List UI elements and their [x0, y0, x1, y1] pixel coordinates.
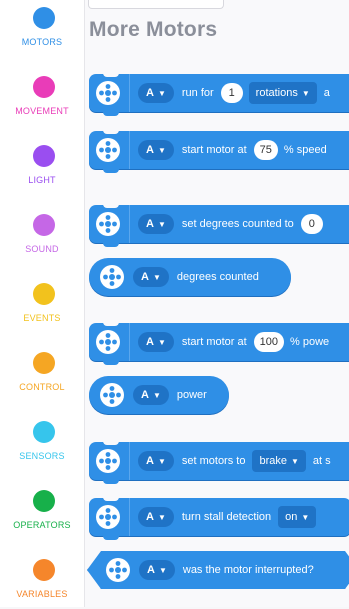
- block-text-suffix: % powe: [290, 336, 330, 348]
- category-label: CONTROL: [19, 382, 65, 392]
- motor-icon: [96, 449, 120, 473]
- unit-dropdown[interactable]: rotations ▼: [248, 82, 317, 104]
- port-dropdown[interactable]: A ▼: [133, 267, 169, 287]
- port-dropdown[interactable]: A ▼: [138, 507, 174, 527]
- search-box[interactable]: [88, 0, 224, 9]
- value-input[interactable]: 1: [220, 83, 243, 103]
- control-category-icon: [33, 352, 55, 374]
- on-off-dropdown[interactable]: on ▼: [278, 506, 317, 528]
- variables-category-icon: [33, 559, 55, 581]
- movement-category-icon: [33, 76, 55, 98]
- motor-icon: [96, 212, 120, 236]
- motor-icon: [96, 81, 120, 105]
- motor-icon: [105, 557, 131, 583]
- motor-icon: [100, 383, 124, 407]
- category-light[interactable]: LIGHT: [0, 145, 84, 195]
- degrees-counted-reporter[interactable]: A ▼ degrees counted: [89, 258, 291, 296]
- category-sensors[interactable]: SENSORS: [0, 421, 84, 471]
- start-motor-power-block[interactable]: A ▼ start motor at 100 % powe: [89, 322, 349, 365]
- category-sound[interactable]: SOUND: [0, 214, 84, 264]
- category-control[interactable]: CONTROL: [0, 352, 84, 402]
- motors-category-icon: [33, 7, 55, 29]
- light-category-icon: [33, 145, 55, 167]
- block-text: was the motor interrupted?: [182, 564, 314, 576]
- category-motors[interactable]: MOTORS: [0, 7, 84, 57]
- events-category-icon: [33, 283, 55, 305]
- port-dropdown[interactable]: A ▼: [138, 214, 174, 234]
- block-separator: [129, 323, 130, 361]
- chevron-down-icon: ▼: [152, 390, 161, 400]
- block-separator: [129, 131, 130, 169]
- block-text: power: [176, 389, 207, 401]
- chevron-down-icon: ▼: [157, 512, 166, 522]
- chevron-down-icon: ▼: [157, 456, 166, 466]
- chevron-down-icon: ▼: [157, 337, 166, 347]
- motor-icon: [100, 265, 124, 289]
- block-text: set motors to: [181, 455, 246, 467]
- chevron-down-icon: ▼: [152, 272, 161, 282]
- chevron-down-icon: ▼: [157, 219, 166, 229]
- category-label: SOUND: [25, 244, 59, 254]
- chevron-down-icon: ▼: [157, 145, 166, 155]
- set-degrees-counted-block[interactable]: A ▼ set degrees counted to 0: [89, 204, 349, 247]
- value-input[interactable]: 100: [253, 332, 285, 352]
- block-text-suffix: % speed: [283, 144, 327, 156]
- category-sidebar: MOTORS MOVEMENT LIGHT SOUND EVENTS CONTR…: [0, 0, 85, 607]
- port-dropdown[interactable]: A ▼: [138, 332, 174, 352]
- block-text: start motor at: [181, 336, 247, 348]
- block-text: degrees counted: [176, 271, 259, 283]
- sensors-category-icon: [33, 421, 55, 443]
- category-label: MOTORS: [21, 37, 63, 47]
- chevron-down-icon: ▼: [301, 88, 310, 98]
- block-text: start motor at: [181, 144, 247, 156]
- port-dropdown[interactable]: A ▼: [133, 385, 169, 405]
- category-label: EVENTS: [23, 313, 61, 323]
- category-label: MOVEMENT: [15, 106, 69, 116]
- category-label: OPERATORS: [13, 520, 71, 530]
- block-palette[interactable]: More Motors A ▼ run for 1 rotations ▼ a A ▼…: [85, 0, 349, 607]
- run-for-block[interactable]: A ▼ run for 1 rotations ▼ a: [89, 73, 349, 116]
- motor-interrupted-boolean[interactable]: A ▼ was the motor interrupted?: [87, 551, 349, 589]
- value-input[interactable]: 0: [300, 214, 323, 234]
- stall-detection-block[interactable]: A ▼ turn stall detection on ▼: [89, 497, 349, 540]
- block-text: turn stall detection: [181, 511, 272, 523]
- chevron-down-icon: ▼: [157, 88, 166, 98]
- category-label: SENSORS: [19, 451, 65, 461]
- block-separator: [129, 205, 130, 243]
- set-motors-stop-block[interactable]: A ▼ set motors to brake ▼ at s: [89, 441, 349, 484]
- block-separator: [129, 74, 130, 112]
- block-text-tail: a: [323, 87, 330, 99]
- category-label: VARIABLES: [16, 589, 68, 599]
- block-separator: [129, 442, 130, 480]
- block-text: run for: [181, 87, 214, 99]
- chevron-down-icon: ▼: [158, 565, 167, 575]
- block-separator: [129, 498, 130, 536]
- sound-category-icon: [33, 214, 55, 236]
- category-label: LIGHT: [28, 175, 56, 185]
- power-reporter[interactable]: A ▼ power: [89, 376, 229, 414]
- section-title: More Motors: [89, 18, 218, 41]
- category-movement[interactable]: MOVEMENT: [0, 76, 84, 126]
- port-dropdown[interactable]: A ▼: [138, 451, 174, 471]
- chevron-down-icon: ▼: [290, 456, 299, 466]
- operators-category-icon: [33, 490, 55, 512]
- stop-mode-dropdown[interactable]: brake ▼: [252, 450, 306, 472]
- start-motor-speed-block[interactable]: A ▼ start motor at 75 % speed: [89, 130, 349, 173]
- port-dropdown[interactable]: A ▼: [138, 83, 174, 103]
- motor-icon: [96, 505, 120, 529]
- block-text: set degrees counted to: [181, 218, 294, 230]
- category-events[interactable]: EVENTS: [0, 283, 84, 333]
- chevron-down-icon: ▼: [301, 512, 310, 522]
- block-text-suffix: at s: [312, 455, 331, 467]
- motor-icon: [96, 330, 120, 354]
- port-dropdown[interactable]: A ▼: [138, 140, 174, 160]
- category-variables[interactable]: VARIABLES: [0, 559, 84, 609]
- value-input[interactable]: 75: [253, 140, 278, 160]
- motor-icon: [96, 138, 120, 162]
- category-operators[interactable]: OPERATORS: [0, 490, 84, 540]
- port-dropdown[interactable]: A ▼: [139, 560, 175, 580]
